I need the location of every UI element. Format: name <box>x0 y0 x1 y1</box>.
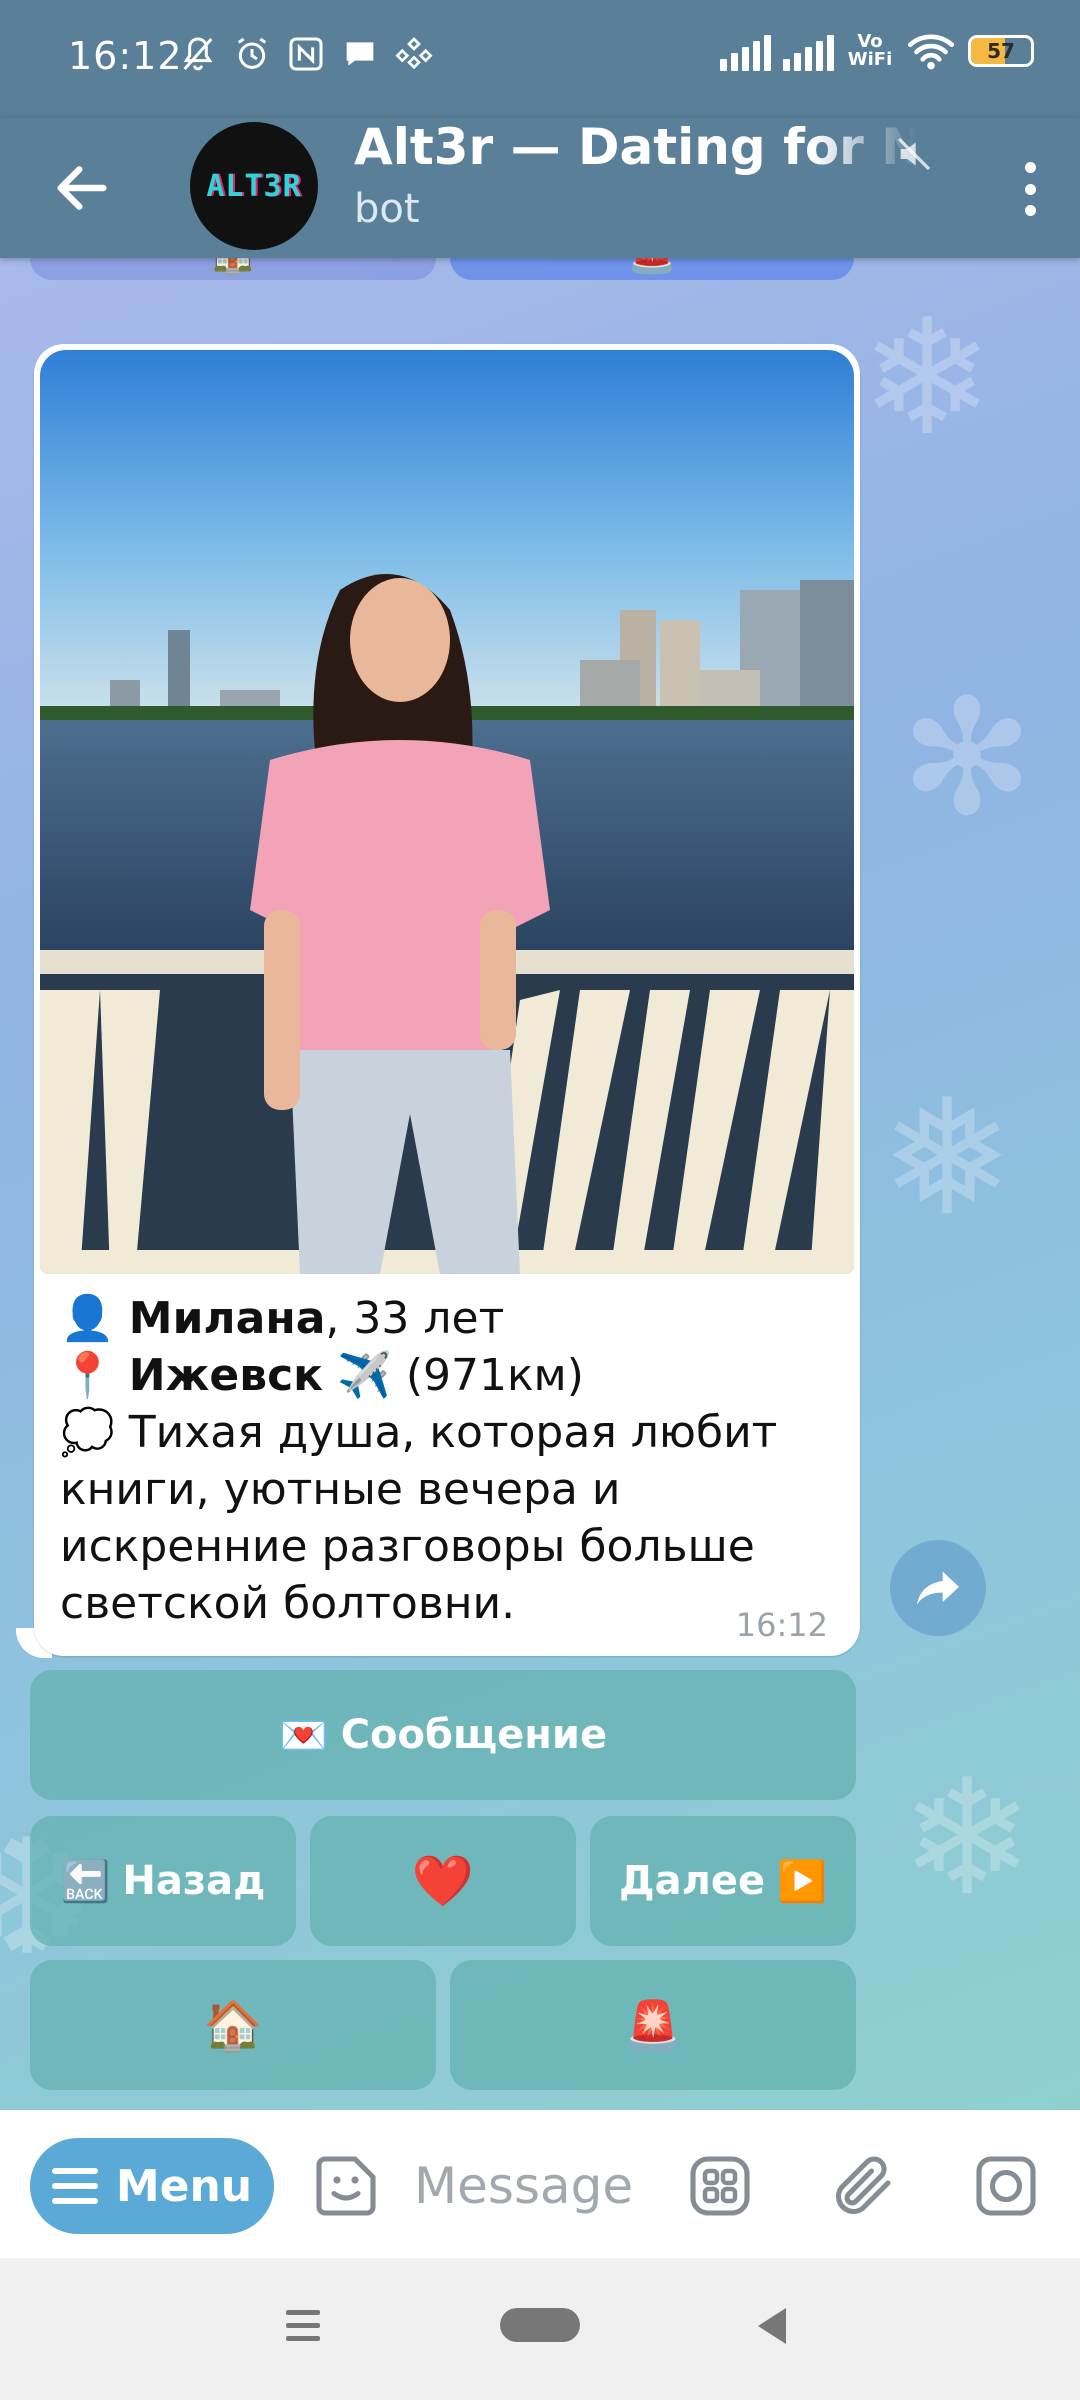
nfc-icon <box>289 37 323 71</box>
binance-icon <box>395 37 433 70</box>
love-letter-emoji: 💌 <box>278 1712 329 1759</box>
wifi-icon <box>907 34 955 70</box>
chat-title[interactable]: Alt3r — Dating for Neurodivergent <box>354 118 934 176</box>
hamburger-icon <box>51 2168 98 2204</box>
battery-icon: 57 <box>968 35 1034 67</box>
siren-emoji: 🚨 <box>627 258 677 276</box>
next-label: Далее <box>619 1858 766 1904</box>
report-button[interactable]: 🚨 <box>450 1960 856 2090</box>
back-button[interactable]: 🔙 Назад <box>30 1816 296 1946</box>
status-bar: 16:12 Vo WiFi 57 <box>0 0 1080 118</box>
chat-icon <box>346 42 374 66</box>
snowflake-doodle: ❅ <box>880 1064 1015 1251</box>
play-emoji: ▶️ <box>777 1858 827 1905</box>
city-line: 📍 Ижевск ✈️ (971км) <box>60 1347 850 1404</box>
home-button[interactable]: 🏠 <box>30 1960 436 2090</box>
system-back-button[interactable] <box>758 2308 786 2344</box>
more-options-icon[interactable] <box>1010 154 1050 224</box>
home-button-previous[interactable]: 🏠 <box>30 258 436 280</box>
bot-avatar[interactable]: ALT3R <box>190 122 318 250</box>
avatar-logo-text: ALT3R <box>206 168 302 204</box>
menu-label: Menu <box>115 2160 253 2212</box>
like-button[interactable]: ❤️ <box>310 1816 576 1946</box>
muted-icon <box>897 137 931 171</box>
signal-icon <box>720 31 771 71</box>
bot-commands-icon[interactable] <box>684 2150 756 2222</box>
profile-message[interactable]: 👤 Милана, 33 лет 📍 Ижевск ✈️ (971км) 💭 Т… <box>34 344 860 1656</box>
system-nav-bar <box>0 2258 1080 2400</box>
back-emoji: 🔙 <box>60 1858 111 1905</box>
share-button[interactable] <box>890 1540 986 1636</box>
snowflake-doodle: ✻ <box>900 664 1035 851</box>
attach-icon[interactable] <box>828 2150 900 2222</box>
profile-distance: (971км) <box>391 1350 584 1401</box>
name-line: 👤 Милана, 33 лет <box>60 1290 850 1347</box>
profile-age: , 33 лет <box>325 1293 505 1344</box>
status-right: Vo WiFi 57 <box>720 30 1034 72</box>
person-icon: 👤 <box>60 1293 115 1344</box>
chat-subtitle: bot <box>354 186 420 232</box>
thought-bubble-icon: 💭 <box>60 1407 115 1458</box>
recents-button[interactable] <box>286 2310 320 2341</box>
home-pill-button[interactable] <box>500 2308 580 2342</box>
share-arrow-icon <box>917 1571 959 1605</box>
pin-icon: 📍 <box>60 1350 115 1401</box>
send-message-button[interactable]: 💌 Сообщение <box>30 1670 856 1800</box>
vowifi-label: Vo WiFi <box>847 31 893 70</box>
video-message-icon[interactable] <box>970 2150 1042 2222</box>
snowflake-doodle: ❄ <box>900 1744 1035 1931</box>
chat-header: ALT3R Alt3r — Dating for Neurodivergent … <box>0 118 1080 258</box>
send-message-label: Сообщение <box>340 1712 608 1758</box>
sticker-icon[interactable] <box>310 2150 382 2222</box>
back-label: Назад <box>122 1858 266 1904</box>
message-input-bar: Menu <box>0 2110 1080 2258</box>
next-button[interactable]: Далее ▶️ <box>590 1816 856 1946</box>
profile-photo[interactable] <box>40 350 854 1274</box>
house-emoji: 🏠 <box>203 1997 263 2054</box>
profile-city: Ижевск <box>128 1350 324 1401</box>
home-emoji: 🏠 <box>208 258 258 276</box>
mute-bell-icon <box>183 37 213 71</box>
bot-menu-button[interactable]: Menu <box>30 2138 274 2234</box>
profile-caption: 👤 Милана, 33 лет 📍 Ижевск ✈️ (971км) 💭 Т… <box>60 1290 850 1632</box>
bio-line: 💭 Тихая душа, которая любит книги, уютны… <box>60 1404 850 1632</box>
signal-icon-2 <box>783 31 834 71</box>
message-time: 16:12 <box>735 1606 828 1644</box>
chat-area[interactable]: ❄ ✻ ❅ ❄ ❆ 🏠 🚨 <box>0 258 1080 2110</box>
airplane-icon: ✈️ <box>323 1350 392 1401</box>
profile-name: Милана <box>128 1293 326 1344</box>
alarm-icon <box>237 37 267 69</box>
status-icons <box>178 34 434 74</box>
battery-level: 57 <box>987 39 1015 63</box>
heart-emoji: ❤️ <box>411 1851 475 1910</box>
status-time: 16:12 <box>68 34 183 78</box>
snowflake-doodle: ❄ <box>860 284 995 471</box>
siren-emoji: 🚨 <box>623 1997 683 2054</box>
message-input[interactable] <box>414 2146 664 2226</box>
profile-bio: Тихая душа, которая любит книги, уютные … <box>60 1407 778 1629</box>
back-arrow-icon[interactable] <box>50 156 114 220</box>
report-button-previous[interactable]: 🚨 <box>450 258 854 280</box>
